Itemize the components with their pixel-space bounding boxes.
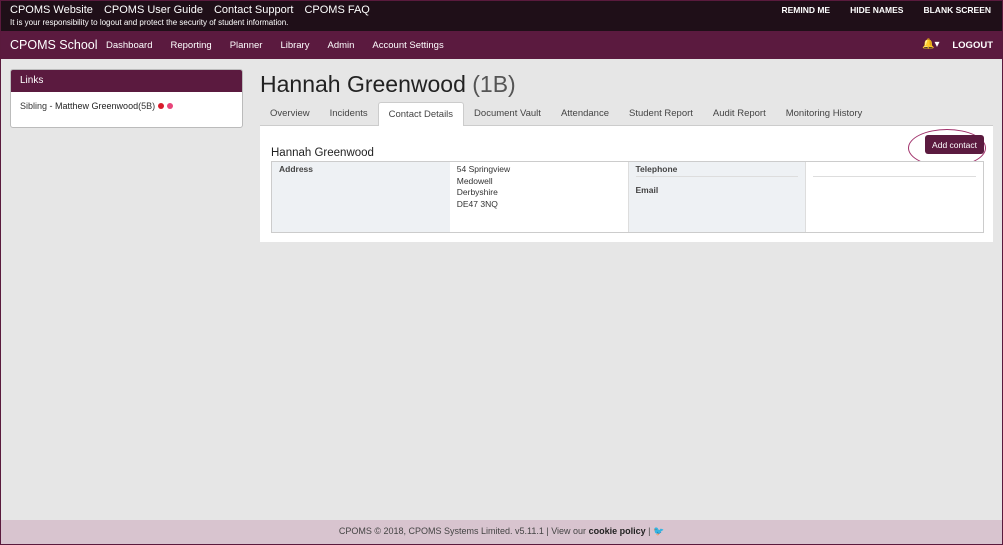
hide-names-button[interactable]: HIDE NAMES [850,5,903,15]
contact-details-panel: Add contact Hannah Greenwood Address 54 … [260,126,993,242]
bell-icon[interactable]: 🔔▾ [922,39,939,50]
contact-table: Address 54 Springview Medowell Derbyshir… [271,161,984,233]
phone-email-values [805,162,983,232]
blank-screen-button[interactable]: BLANK SCREEN [923,5,991,15]
nav-account-settings[interactable]: Account Settings [372,40,443,51]
tab-student-report[interactable]: Student Report [619,102,703,126]
email-label: Email [635,185,659,195]
sibling-link[interactable]: Matthew Greenwood [55,101,138,111]
footer-separator: | [645,526,653,536]
student-name: Hannah Greenwood [260,71,466,97]
links-panel-title: Links [11,70,242,92]
tab-document-vault[interactable]: Document Vault [464,102,551,126]
faq-link[interactable]: CPOMS FAQ [304,4,369,16]
address-line: Medowell [456,175,493,186]
cookie-policy-link[interactable]: cookie policy [589,526,646,536]
remind-me-button[interactable]: REMIND ME [781,5,830,15]
tab-incidents[interactable]: Incidents [320,102,378,126]
telephone-label: Telephone [635,164,799,177]
page-title: Hannah Greenwood (1B) [260,71,516,98]
address-label: Address [272,162,450,232]
nav-library[interactable]: Library [280,40,309,51]
address-line: DE47 3NQ [456,198,498,209]
tab-monitoring-history[interactable]: Monitoring History [776,102,873,126]
nav-reporting[interactable]: Reporting [170,40,211,51]
twitter-icon[interactable]: 🐦 [653,526,664,536]
brand-link[interactable]: CPOMS School [10,38,98,52]
logout-button[interactable]: LOGOUT [952,40,993,51]
tab-attendance[interactable]: Attendance [551,102,619,126]
app-window: CPOMS Website CPOMS User Guide Contact S… [1,1,1002,544]
add-contact-button[interactable]: Add contact [925,135,984,154]
phone-email-labels: Telephone Email [627,162,806,232]
student-tabs: Overview Incidents Contact Details Docum… [260,102,993,127]
cpoms-website-link[interactable]: CPOMS Website [10,4,93,16]
footer-text: CPOMS © 2018, CPOMS Systems Limited. v5.… [338,526,589,536]
security-notice: It is your responsibility to logout and … [10,18,289,27]
red-flag-dot-icon [158,103,165,109]
tab-audit-report[interactable]: Audit Report [703,102,776,126]
contact-name-heading: Hannah Greenwood [271,147,374,159]
nav-planner[interactable]: Planner [230,40,263,51]
user-guide-link[interactable]: CPOMS User Guide [104,4,203,16]
sibling-prefix: Sibling - [20,101,53,111]
footer: CPOMS © 2018, CPOMS Systems Limited. v5.… [1,520,1002,544]
tab-overview[interactable]: Overview [260,102,320,126]
address-line: Derbyshire [456,187,498,197]
address-line: 54 Springview [456,164,511,174]
nav-dashboard[interactable]: Dashboard [106,40,152,51]
pink-flag-dot-icon [167,103,174,109]
nav-admin[interactable]: Admin [327,40,354,51]
tab-contact-details[interactable]: Contact Details [377,102,465,127]
links-panel: Links Sibling - Matthew Greenwood (5B) [10,69,243,128]
sibling-form: (5B) [138,101,156,111]
address-value: 54 Springview Medowell Derbyshire DE47 3… [449,162,628,232]
student-form: (1B) [472,71,516,97]
main-nav: CPOMS School Dashboard Reporting Planner… [1,31,1002,59]
top-utility-bar: CPOMS Website CPOMS User Guide Contact S… [1,1,1002,31]
contact-support-link[interactable]: Contact Support [214,4,294,16]
